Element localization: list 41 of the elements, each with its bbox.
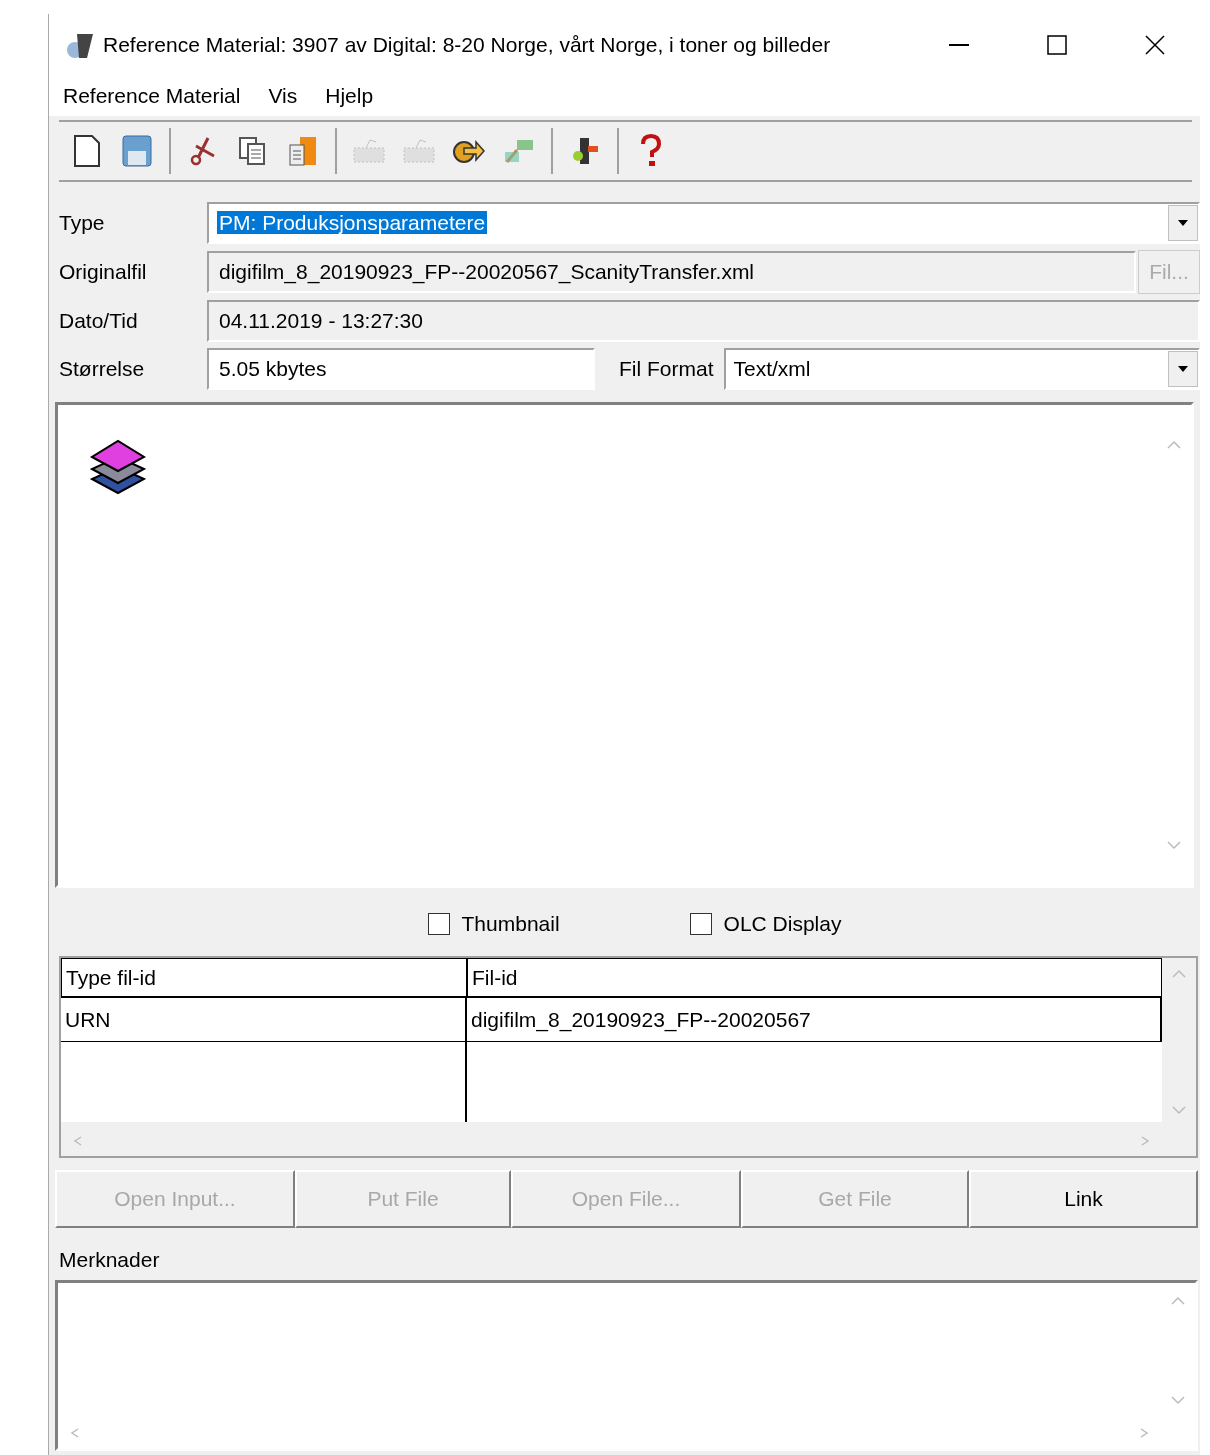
copy-icon bbox=[238, 136, 268, 166]
maximize-icon bbox=[1047, 35, 1067, 55]
table-cell: URN bbox=[61, 998, 467, 1042]
scanner-icon bbox=[352, 136, 386, 166]
size-field[interactable]: 5.05 kbytes bbox=[207, 348, 595, 390]
scroll-down-icon[interactable] bbox=[1166, 839, 1182, 851]
action-button[interactable]: Link bbox=[969, 1170, 1198, 1228]
checkbox[interactable]: OLC Display bbox=[689, 912, 842, 936]
date-time-field[interactable]: 04.11.2019 - 13:27:30 bbox=[207, 300, 1200, 342]
column-header[interactable]: Fil-id bbox=[467, 958, 1162, 998]
field-label: Type bbox=[59, 211, 106, 235]
menu-item[interactable]: Reference Material bbox=[63, 84, 241, 108]
scroll-up-icon[interactable] bbox=[1166, 439, 1182, 451]
checkbox[interactable]: Thumbnail bbox=[427, 912, 560, 936]
window-title: Reference Material: 3907 av Digital: 8-20 Norge, vårt Norge, i toner og billeder bbox=[103, 33, 832, 57]
field-label: Originalfil bbox=[59, 260, 148, 284]
menu-item[interactable]: Hjelp bbox=[325, 84, 374, 108]
scroll-up-icon[interactable] bbox=[1171, 968, 1187, 980]
scroll-down-icon[interactable] bbox=[1171, 1104, 1187, 1116]
scroll-down-icon[interactable] bbox=[1170, 1394, 1186, 1406]
clipboard-icon bbox=[288, 135, 318, 167]
field-label: Størrelse bbox=[59, 357, 146, 381]
scanner-icon bbox=[402, 136, 436, 166]
new-document-icon bbox=[73, 134, 101, 168]
scroll-up-icon[interactable] bbox=[1170, 1295, 1186, 1307]
type-dropdown[interactable]: PM: Produksjonsparametere bbox=[207, 202, 1200, 244]
plug-icon bbox=[570, 136, 600, 166]
close-icon bbox=[1145, 35, 1165, 55]
original-file-field[interactable]: digifilm_8_20190923_FP--20020567_ScanityTransfer.xml bbox=[207, 251, 1136, 293]
field-label: Fil Format bbox=[619, 357, 714, 381]
minimize-icon bbox=[949, 44, 969, 46]
menu-item[interactable]: Vis bbox=[268, 84, 298, 108]
notes-label: Merknader bbox=[58, 1247, 161, 1273]
format-dropdown[interactable]: Text/xml bbox=[723, 348, 1200, 390]
help-icon bbox=[639, 134, 663, 168]
selected-text: PM: Produksjonsparametere bbox=[217, 211, 488, 234]
notes-field[interactable] bbox=[55, 1280, 1198, 1451]
dropdown-arrow-icon bbox=[1177, 365, 1189, 373]
column-header[interactable]: Type fil-id bbox=[61, 958, 467, 998]
dropdown-arrow-icon bbox=[1177, 219, 1189, 227]
field-label: Dato/Tid bbox=[59, 309, 139, 333]
